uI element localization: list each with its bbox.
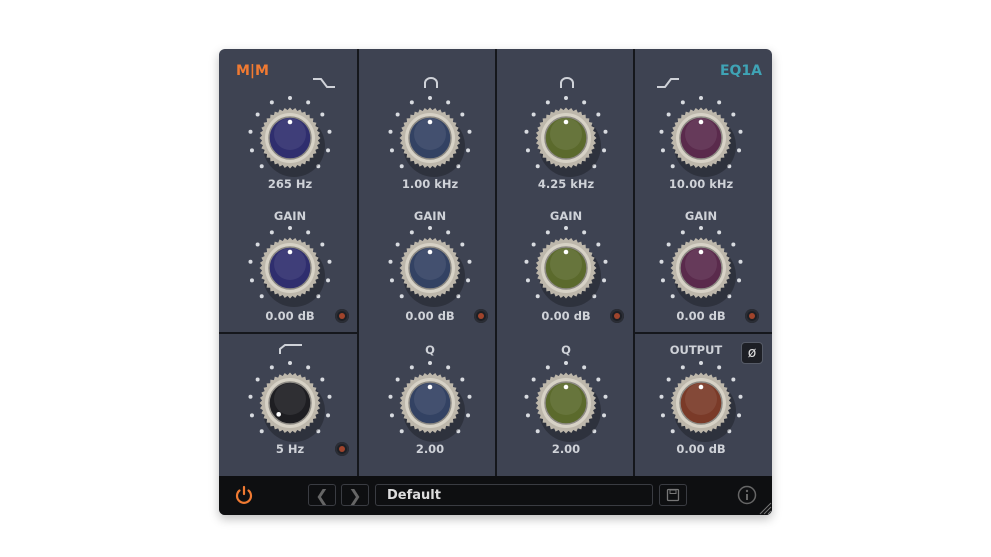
divider xyxy=(635,332,772,334)
band2-freq-knob[interactable] xyxy=(385,93,475,183)
band1-enable-led[interactable] xyxy=(335,309,349,323)
band3-q-knob[interactable] xyxy=(521,358,611,448)
preset-name-field[interactable]: Default xyxy=(375,484,653,506)
output-gain-knob[interactable] xyxy=(656,358,746,448)
band4-enable-led[interactable] xyxy=(745,309,759,323)
lowcut-enable-led[interactable] xyxy=(335,442,349,456)
band3-gain-label: GAIN xyxy=(550,209,582,223)
chevron-right-icon: ❯ xyxy=(348,486,361,505)
power-icon[interactable] xyxy=(234,485,254,505)
save-icon xyxy=(666,488,680,502)
chevron-left-icon: ❮ xyxy=(315,486,328,505)
band3-enable-led[interactable] xyxy=(610,309,624,323)
divider xyxy=(633,49,635,476)
band4-gain-label: GAIN xyxy=(685,209,717,223)
band1-gain-label: GAIN xyxy=(274,209,306,223)
band2-gain-knob[interactable] xyxy=(385,223,475,313)
brand-logo: M|M xyxy=(236,63,269,79)
product-name: EQ1A xyxy=(720,63,762,79)
divider xyxy=(495,49,497,476)
resize-handle[interactable] xyxy=(757,500,772,515)
footer-bar: ❮ ❯ Default xyxy=(219,476,772,515)
info-icon[interactable] xyxy=(737,485,757,505)
band3-gain-knob[interactable] xyxy=(521,223,611,313)
band2-q-label: Q xyxy=(425,343,435,357)
high-pass-icon xyxy=(279,343,303,355)
previous-preset-button[interactable]: ❮ xyxy=(308,484,336,506)
band4-freq-knob[interactable] xyxy=(656,93,746,183)
band2-enable-led[interactable] xyxy=(474,309,488,323)
band2-q-knob[interactable] xyxy=(385,358,475,448)
band3-q-label: Q xyxy=(561,343,571,357)
high-shelf-icon xyxy=(656,77,680,89)
phase-icon: ø xyxy=(748,345,757,361)
next-preset-button[interactable]: ❯ xyxy=(341,484,369,506)
band2-gain-label: GAIN xyxy=(414,209,446,223)
lowcut-freq-knob[interactable] xyxy=(245,358,335,448)
band3-freq-knob[interactable] xyxy=(521,93,611,183)
divider xyxy=(219,332,358,334)
eq1a-plugin-window: M|M EQ1A 265 Hz 1.00 kHz 4.25 kHz 10.00 … xyxy=(219,49,772,515)
output-label: OUTPUT xyxy=(670,343,723,357)
bell-icon xyxy=(423,77,439,89)
high-shelf-cut-icon xyxy=(312,77,336,89)
band1-gain-knob[interactable] xyxy=(245,223,335,313)
save-preset-button[interactable] xyxy=(659,484,687,506)
divider xyxy=(357,49,359,476)
bell-icon xyxy=(559,77,575,89)
band1-freq-knob[interactable] xyxy=(245,93,335,183)
band4-gain-knob[interactable] xyxy=(656,223,746,313)
